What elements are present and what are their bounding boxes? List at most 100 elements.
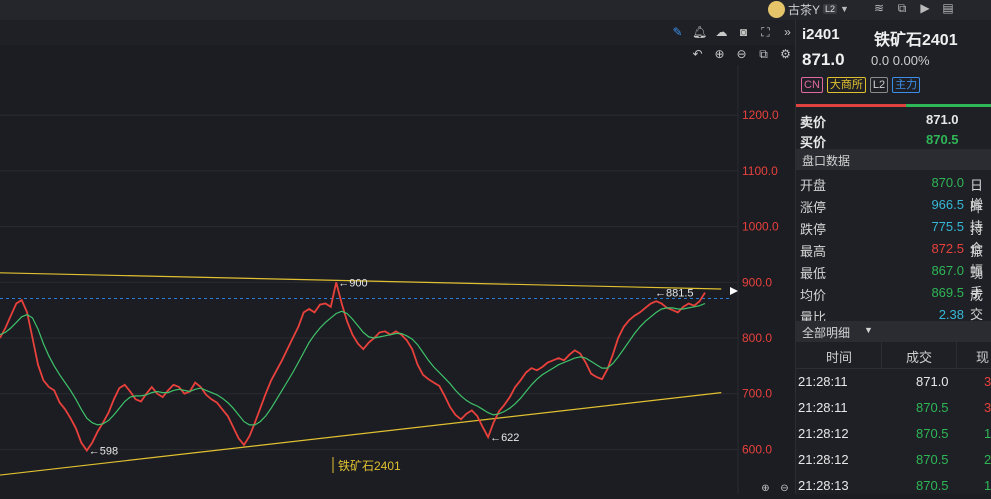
market-label: 最低 xyxy=(800,266,827,281)
zoom-in-icon[interactable]: ⊕ xyxy=(712,47,727,62)
price-annotation: ←900 xyxy=(338,277,367,289)
column-divider xyxy=(881,342,882,368)
cloud-icon[interactable]: ☁ xyxy=(714,25,729,40)
tick-qty: 2 xyxy=(984,452,991,467)
tag-level: L2 xyxy=(869,77,889,93)
price-annotation: ←622 xyxy=(490,432,519,444)
chart-toolbar: ✎ 🔔︎ ☁ ◙ ⛶ » xyxy=(0,20,795,46)
chevron-down-icon[interactable]: ▼ xyxy=(864,325,873,335)
y-tick-label: 600.0 xyxy=(742,442,772,456)
buy-price-row: 买价 870.5 xyxy=(796,130,991,150)
col-price: 成交 xyxy=(906,350,933,365)
column-divider xyxy=(956,342,957,368)
play-icon[interactable]: ▶ xyxy=(918,1,932,15)
tick-price: 870.5 xyxy=(916,452,949,467)
col-time: 时间 xyxy=(826,350,853,365)
change-value: 0.0 xyxy=(871,53,890,68)
tick-qty: 3 xyxy=(984,400,991,415)
price-annotation: ←881.5 xyxy=(655,288,694,300)
tick-time: 21:28:11 xyxy=(798,400,848,415)
market-label: 跌停 xyxy=(800,222,827,237)
tick-time: 21:28:11 xyxy=(798,374,848,389)
tick-row: 21:28:13 870.5 1 xyxy=(796,473,991,499)
price-change: 0.0 0.00% xyxy=(871,53,930,68)
quote-panel: i2401 铁矿石2401 871.0 0.0 0.00% CN 大商所 L2 … xyxy=(795,20,991,494)
market-label: 开盘 xyxy=(800,178,827,193)
y-tick-label: 1200.0 xyxy=(742,108,779,122)
bell-icon[interactable]: 🔔︎ xyxy=(692,25,707,40)
change-percent: 0.00% xyxy=(892,53,930,68)
top-bar: 古茶Y L2 ▼ ≋ ⧉ ▶ ▤ xyxy=(0,0,991,20)
chart-title: 铁矿石2401 xyxy=(338,459,401,473)
tick-qty: 1 xyxy=(984,426,991,441)
tick-time: 21:28:13 xyxy=(798,478,849,493)
tag-exchange: 大商所 xyxy=(826,77,866,93)
chart-grid xyxy=(0,65,739,494)
tick-price: 870.5 xyxy=(916,478,949,493)
contract-name: 铁矿石2401 xyxy=(874,32,958,49)
market-label: 涨停 xyxy=(800,200,827,215)
market-value: 2.38 xyxy=(938,307,964,322)
buy-ratio-bar xyxy=(906,104,991,107)
price-chart[interactable]: 1200.0 1100.0 1000.0 900.0 800.0 700.0 600.0 ←… xyxy=(0,65,795,494)
chart-zoom-toolbar: ↶ ⊕ ⊖ ⧉ ⚙ xyxy=(0,45,795,65)
user-menu[interactable]: 古茶Y L2 ▼ xyxy=(768,0,849,18)
settings-icon[interactable]: ⚙ xyxy=(778,47,793,62)
level-badge: L2 xyxy=(823,4,838,14)
market-label: 最高 xyxy=(800,244,827,259)
camera-icon[interactable]: ◙ xyxy=(736,25,751,40)
tick-time: 21:28:12 xyxy=(798,452,849,467)
col-qty: 现 xyxy=(976,350,990,365)
sell-price-row: 卖价 871.0 xyxy=(796,110,991,130)
fullscreen-icon[interactable]: ⛶ xyxy=(758,25,773,40)
tag-cn: CN xyxy=(801,77,823,93)
market-value: 872.5 xyxy=(931,241,964,256)
market-row: 最高 872.5 振幅 xyxy=(796,238,991,278)
sell-label: 卖价 xyxy=(800,115,827,130)
market-row: 均价 869.5 成交 xyxy=(796,282,991,322)
sell-value: 871.0 xyxy=(926,112,959,127)
market-data-header[interactable]: 盘口数据 xyxy=(796,149,991,170)
price-annotation: ←598 xyxy=(89,446,118,458)
tick-price: 870.5 xyxy=(916,426,949,441)
double-chevron-right-icon[interactable]: » xyxy=(780,25,795,40)
buy-value: 870.5 xyxy=(926,132,959,147)
layers-icon[interactable]: ≋ xyxy=(872,1,886,15)
zoom-in-icon[interactable]: ⊕ xyxy=(758,484,773,494)
tick-row: 21:28:11 870.5 3 xyxy=(796,395,991,421)
y-tick-label: 1000.0 xyxy=(742,220,779,234)
market-value: 869.5 xyxy=(931,285,964,300)
tick-row: 21:28:11 871.0 3 xyxy=(796,369,991,395)
avatar[interactable] xyxy=(768,0,785,18)
plot-background xyxy=(0,65,738,494)
external-link-icon[interactable]: ⧉ xyxy=(895,1,909,15)
market-value: 870.0 xyxy=(931,175,964,190)
tick-price: 871.0 xyxy=(916,374,949,389)
pen-icon[interactable]: ✎ xyxy=(670,25,685,40)
market-value: 966.5 xyxy=(931,197,964,212)
y-axis-labels: 1200.0 1100.0 1000.0 900.0 800.0 700.0 600.0 xyxy=(742,108,779,456)
layout-icon[interactable]: ⧉ xyxy=(756,47,771,62)
zoom-out-icon[interactable]: ⊖ xyxy=(734,47,749,62)
y-tick-label: 800.0 xyxy=(742,331,772,345)
chevron-down-icon[interactable]: ▼ xyxy=(840,4,849,14)
last-price: 871.0 xyxy=(802,50,845,69)
market-label: 均价 xyxy=(800,288,827,303)
tick-price: 870.5 xyxy=(916,400,949,415)
market-row: 跌停 775.5 持仓 xyxy=(796,216,991,256)
market-value: 775.5 xyxy=(931,219,964,234)
undo-icon[interactable]: ↶ xyxy=(690,47,705,62)
contract-code: i2401 xyxy=(802,26,840,43)
tick-row: 21:28:12 870.5 2 xyxy=(796,447,991,473)
y-tick-label: 700.0 xyxy=(742,387,772,401)
zoom-out-icon[interactable]: ⊖ xyxy=(777,484,792,494)
tick-table-header: 时间 成交 现 xyxy=(796,342,991,369)
tick-qty: 1 xyxy=(984,478,991,493)
print-icon[interactable]: ▤ xyxy=(941,1,955,15)
y-tick-label: 1100.0 xyxy=(742,164,778,178)
sell-ratio-bar xyxy=(796,104,906,107)
market-row: 最低 867.0 现手 xyxy=(796,260,991,300)
tick-detail-header[interactable]: 全部明细 ▼ xyxy=(796,321,991,342)
username[interactable]: 古茶Y xyxy=(788,1,820,18)
tick-qty: 3 xyxy=(984,374,991,389)
